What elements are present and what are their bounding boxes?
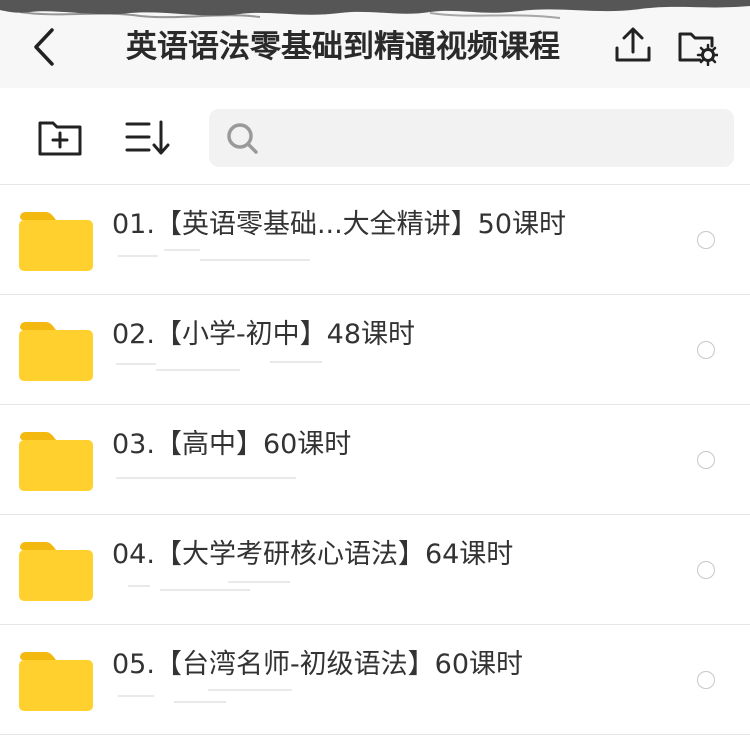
folder-title: 03.【高中】60课时 (112, 429, 352, 460)
select-radio[interactable] (697, 341, 715, 359)
select-radio[interactable] (697, 451, 715, 469)
folder-plus-icon (38, 121, 82, 156)
search-input[interactable] (269, 117, 719, 159)
folder-icon (19, 322, 93, 381)
list-item[interactable]: 02.【小学-初中】48课时 (0, 295, 750, 405)
folder-icon (19, 432, 93, 491)
list-item[interactable]: 05.【台湾名师-初级语法】60课时 (0, 625, 750, 735)
select-radio[interactable] (697, 671, 715, 689)
folder-title: 04.【大学考研核心语法】64课时 (112, 539, 514, 570)
folder-icon (19, 652, 93, 711)
chevron-left-icon (34, 28, 54, 66)
upload-icon (615, 27, 651, 62)
folder-meta-placeholder (116, 689, 356, 703)
search-icon (227, 123, 258, 154)
file-list: 01.【英语零基础...大全精讲】50课时 02.【小学-初中】48课时 03.… (0, 184, 750, 750)
nav-header: 英语语法零基础到精通视频课程 (0, 0, 750, 88)
folder-title: 01.【英语零基础...大全精讲】50课时 (112, 209, 567, 240)
folder-icon (19, 212, 93, 271)
folder-meta-placeholder (116, 359, 356, 373)
upload-button[interactable] (612, 26, 654, 66)
folder-meta-placeholder (116, 579, 356, 593)
list-item[interactable]: 04.【大学考研核心语法】64课时 (0, 515, 750, 625)
select-radio[interactable] (697, 231, 715, 249)
ink-brush-decoration (0, 0, 750, 19)
folder-meta-placeholder (116, 249, 356, 263)
folder-meta-placeholder (116, 469, 356, 483)
sort-button[interactable] (124, 118, 172, 158)
page-title: 英语语法零基础到精通视频课程 (126, 29, 560, 65)
list-item[interactable]: 01.【英语零基础...大全精讲】50课时 (0, 185, 750, 295)
folder-icon (19, 542, 93, 601)
list-item[interactable]: 03.【高中】60课时 (0, 405, 750, 515)
folder-settings-button[interactable] (676, 26, 720, 67)
folder-title: 05.【台湾名师-初级语法】60课时 (112, 649, 524, 680)
select-radio[interactable] (697, 561, 715, 579)
folder-title: 02.【小学-初中】48课时 (112, 319, 416, 350)
toolbar (0, 88, 750, 184)
sort-icon (125, 120, 170, 155)
new-folder-button[interactable] (36, 118, 84, 158)
back-button[interactable] (28, 26, 60, 68)
folder-gear-icon (678, 32, 720, 67)
search-box[interactable] (209, 109, 734, 167)
